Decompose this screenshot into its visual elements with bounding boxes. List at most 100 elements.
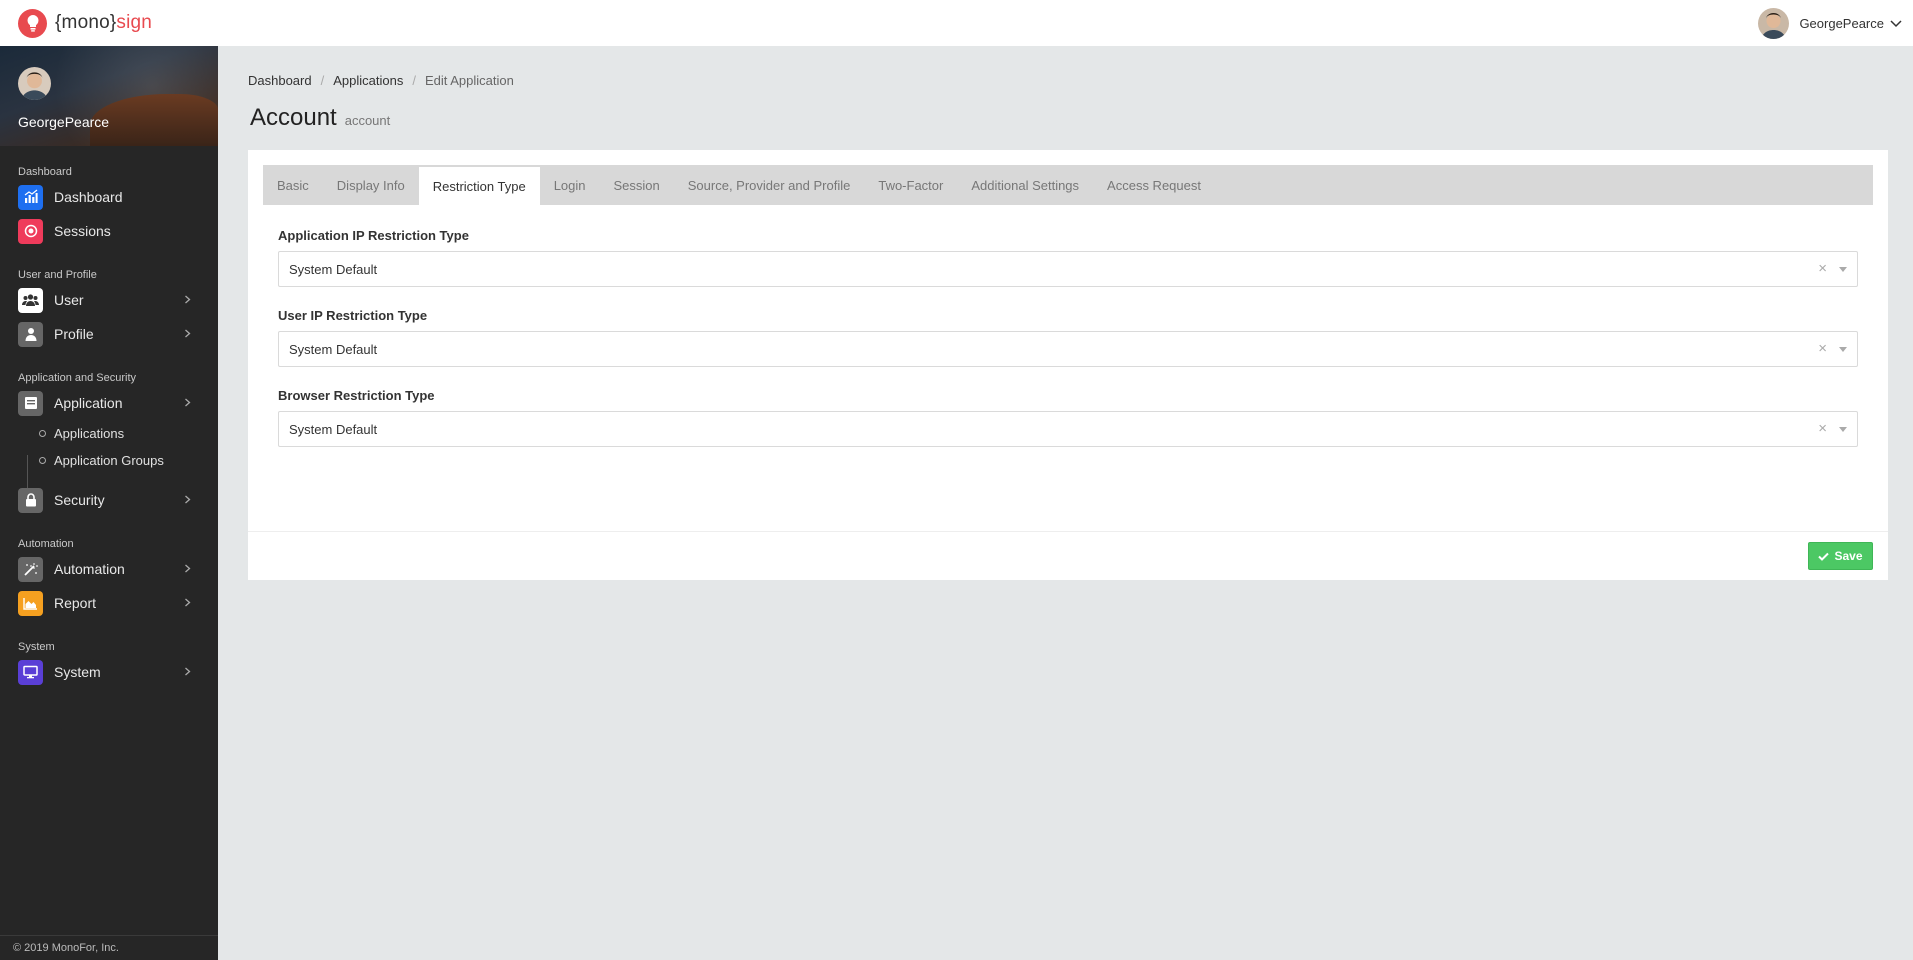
page-title-text: Account <box>250 104 337 131</box>
chevron-right-icon <box>185 329 191 338</box>
tab-additional-settings[interactable]: Additional Settings <box>957 165 1093 205</box>
browser-restriction-select[interactable]: System Default × <box>278 411 1858 447</box>
breadcrumb-current: Edit Application <box>424 73 514 88</box>
sidebar-item-label: Dashboard <box>54 189 123 205</box>
app-ip-restriction-label: Application IP Restriction Type <box>278 228 469 243</box>
sidebar-subitem-label: Applications <box>54 426 125 441</box>
sidebar-item-user[interactable]: User <box>0 283 218 317</box>
sidebar-username: GeorgePearce <box>18 114 110 130</box>
breadcrumb-separator: / <box>320 73 325 88</box>
chevron-right-icon <box>185 667 191 676</box>
card-footer: Save <box>248 531 1888 580</box>
sidebar-profile-header: GeorgePearce <box>0 46 218 146</box>
selected-value: System Default <box>289 421 378 437</box>
sidebar-item-label: Report <box>54 595 97 611</box>
dropdown-caret-icon[interactable] <box>1839 267 1847 272</box>
copyright-footer: © 2019 MonoFor, Inc. <box>0 935 218 960</box>
tab-display-info[interactable]: Display Info <box>323 165 419 205</box>
bullet-icon <box>39 457 46 464</box>
chevron-right-icon <box>185 398 191 407</box>
sidebar-item-profile[interactable]: Profile <box>0 317 218 351</box>
user-menu[interactable]: GeorgePearce <box>1758 7 1903 39</box>
section-application-and-security: Application and Security <box>18 372 137 384</box>
bullet-icon <box>39 430 46 437</box>
person-icon <box>18 321 43 347</box>
sidebar-subitem-applications[interactable]: Applications <box>0 420 218 447</box>
user-ip-restriction-label: User IP Restriction Type <box>278 308 428 323</box>
tab-bar: Basic Display Info Restriction Type Logi… <box>263 165 1873 205</box>
sidebar-item-label: Security <box>54 492 105 508</box>
section-user-and-profile: User and Profile <box>18 269 97 281</box>
top-navbar: {mono}sign GeorgePearce <box>0 0 1913 46</box>
chevron-right-icon <box>185 495 191 504</box>
breadcrumb: Dashboard / Applications / Edit Applicat… <box>248 73 514 88</box>
sidebar-item-label: Profile <box>54 326 94 342</box>
sidebar-subitem-application-groups[interactable]: Application Groups <box>0 447 218 474</box>
breadcrumb-dashboard[interactable]: Dashboard <box>248 73 312 88</box>
breadcrumb-applications[interactable]: Applications <box>333 73 403 88</box>
sidebar-subitem-label: Application Groups <box>54 453 164 468</box>
magic-wand-icon <box>18 556 43 582</box>
chart-icon <box>18 184 43 210</box>
brand-logo[interactable]: {mono}sign <box>18 8 153 38</box>
save-button-label: Save <box>1834 549 1863 563</box>
chevron-down-icon <box>1890 20 1902 28</box>
dropdown-caret-icon[interactable] <box>1839 347 1847 352</box>
chevron-right-icon <box>185 598 191 607</box>
sidebar-item-label: Automation <box>54 561 125 577</box>
field-group-browser: Browser Restriction Type System Default … <box>278 388 1858 447</box>
tab-session[interactable]: Session <box>600 165 674 205</box>
page-subtitle: account <box>344 113 391 128</box>
selected-value: System Default <box>289 261 378 277</box>
sidebar-item-label: Sessions <box>54 223 111 239</box>
field-group-user-ip: User IP Restriction Type System Default … <box>278 308 1858 367</box>
sidebar-item-label: System <box>54 664 101 680</box>
username: GeorgePearce <box>1799 15 1884 31</box>
page-title: Account account <box>250 104 390 132</box>
edit-application-card: Basic Display Info Restriction Type Logi… <box>248 150 1888 580</box>
lock-icon <box>18 487 43 513</box>
brand-name: {mono}sign <box>55 12 153 33</box>
browser-restriction-label: Browser Restriction Type <box>278 388 435 403</box>
users-icon <box>18 287 43 313</box>
sidebar-item-label: Application <box>54 395 123 411</box>
sidebar-item-automation[interactable]: Automation <box>0 552 218 586</box>
tab-login[interactable]: Login <box>540 165 600 205</box>
sidebar-item-dashboard[interactable]: Dashboard <box>0 180 218 214</box>
sidebar-item-report[interactable]: Report <box>0 586 218 620</box>
field-group-app-ip: Application IP Restriction Type System D… <box>278 228 1858 287</box>
sidebar-item-system[interactable]: System <box>0 655 218 689</box>
record-icon <box>18 218 43 244</box>
section-automation: Automation <box>18 538 74 550</box>
chevron-right-icon <box>185 295 191 304</box>
clear-icon[interactable]: × <box>1818 261 1827 277</box>
section-dashboard: Dashboard <box>18 166 72 178</box>
save-button[interactable]: Save <box>1808 542 1873 570</box>
avatar[interactable] <box>18 67 51 100</box>
avatar <box>1758 7 1790 39</box>
clear-icon[interactable]: × <box>1818 341 1827 357</box>
sidebar-item-label: User <box>54 292 84 308</box>
sidebar-item-security[interactable]: Security <box>0 483 218 517</box>
lightbulb-icon <box>18 8 47 38</box>
tab-two-factor[interactable]: Two-Factor <box>864 165 957 205</box>
clear-icon[interactable]: × <box>1818 421 1827 437</box>
tab-source-provider-profile[interactable]: Source, Provider and Profile <box>674 165 865 205</box>
restriction-type-form: Application IP Restriction Type System D… <box>278 228 1858 468</box>
window-icon <box>18 390 43 416</box>
user-ip-restriction-select[interactable]: System Default × <box>278 331 1858 367</box>
monitor-icon <box>18 659 43 685</box>
selected-value: System Default <box>289 341 378 357</box>
tab-basic[interactable]: Basic <box>263 165 323 205</box>
dropdown-caret-icon[interactable] <box>1839 427 1847 432</box>
sidebar-item-sessions[interactable]: Sessions <box>0 214 218 248</box>
app-ip-restriction-select[interactable]: System Default × <box>278 251 1858 287</box>
check-icon <box>1818 552 1830 561</box>
area-chart-icon <box>18 590 43 616</box>
chevron-right-icon <box>185 564 191 573</box>
breadcrumb-separator: / <box>412 73 416 88</box>
sidebar-item-application[interactable]: Application <box>0 386 218 420</box>
section-system: System <box>18 641 55 653</box>
tab-access-request[interactable]: Access Request <box>1093 165 1215 205</box>
tab-restriction-type[interactable]: Restriction Type <box>418 165 540 205</box>
